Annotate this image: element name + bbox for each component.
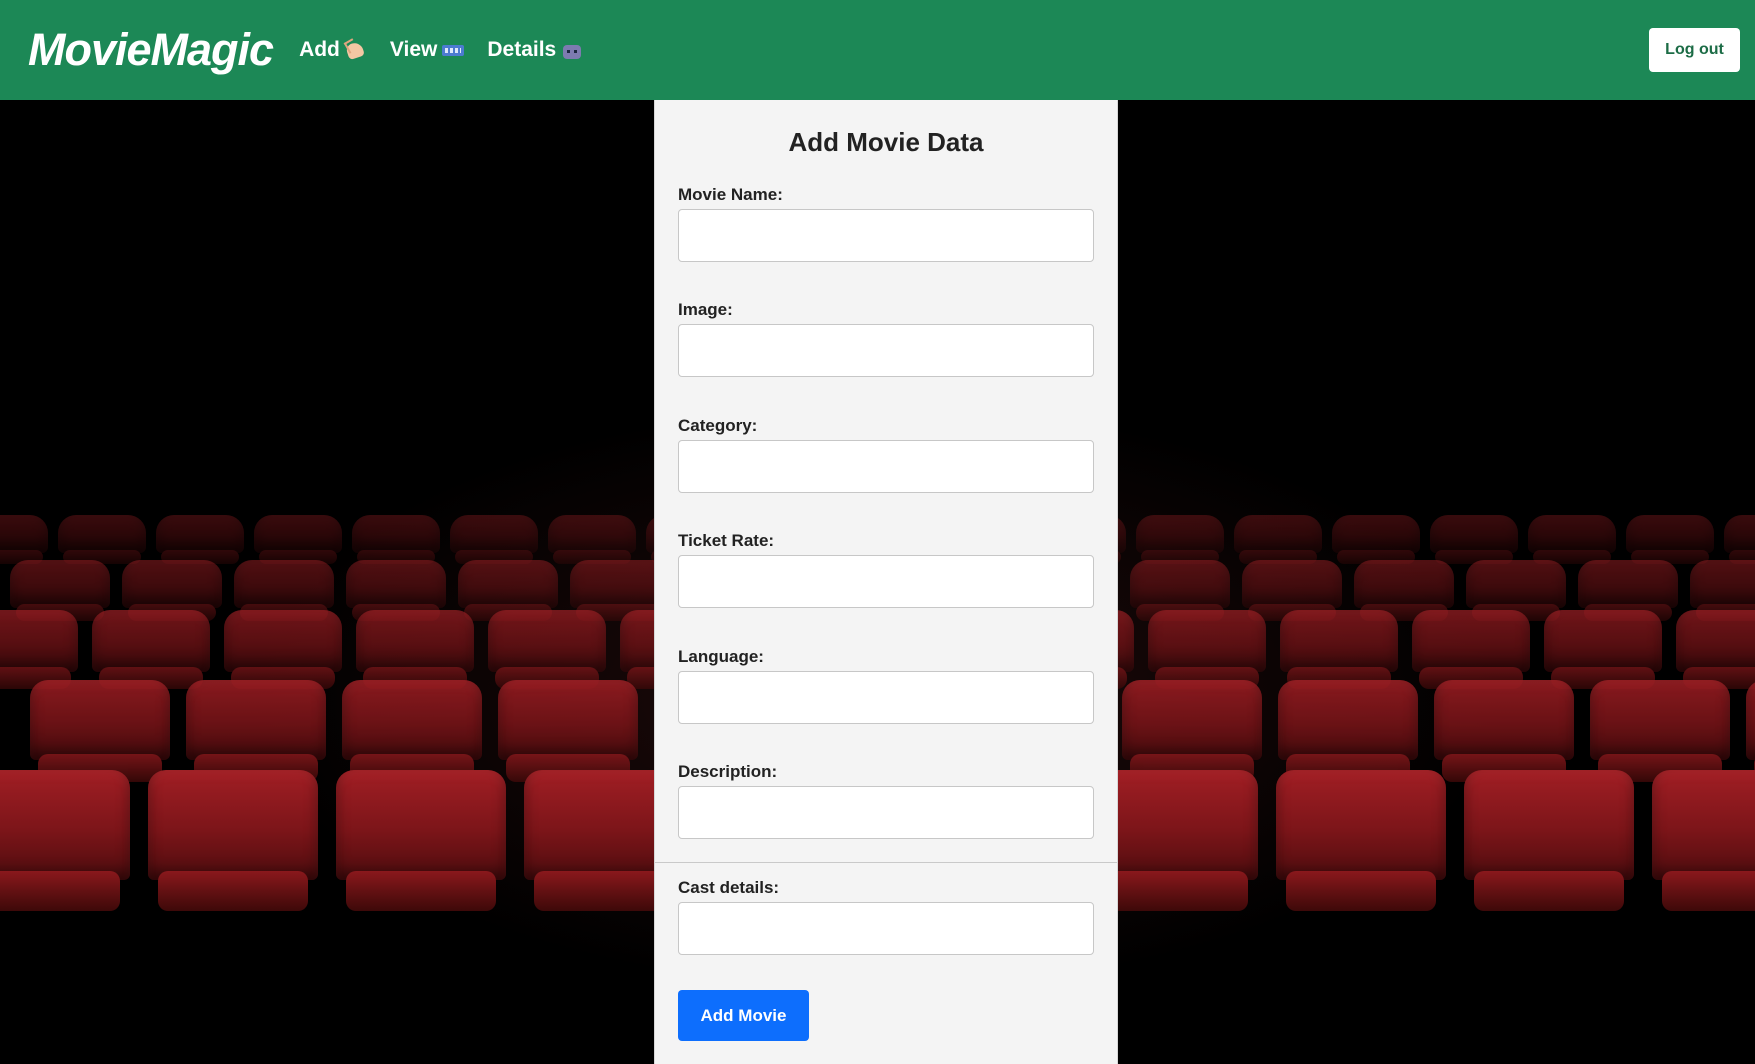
movie-name-label: Movie Name: [678, 185, 783, 204]
theater-seat [0, 770, 130, 911]
theater-seat [156, 515, 244, 564]
nav-view-label: View [389, 38, 438, 61]
nav-add-label: Add [299, 38, 340, 61]
theater-seat [1234, 515, 1322, 564]
description-input[interactable] [678, 786, 1094, 839]
add-movie-button[interactable]: Add Movie [678, 990, 809, 1041]
theater-seat [148, 770, 318, 911]
movie-name-input[interactable] [678, 209, 1094, 262]
theater-seat [1652, 770, 1755, 911]
theater-seat [1676, 610, 1755, 690]
theater-seat [342, 680, 482, 783]
theater-seat [30, 680, 170, 783]
theater-seat [346, 560, 446, 622]
category-label: Category: [678, 416, 758, 435]
nav-view[interactable]: View [390, 38, 465, 62]
theater-seat [1136, 515, 1224, 564]
form-divider [655, 862, 1117, 863]
theater-seat [254, 515, 342, 564]
robot-icon [560, 39, 584, 61]
ticket-rate-label: Ticket Rate: [678, 531, 775, 550]
image-label: Image: [678, 300, 733, 319]
theater-seat [1578, 560, 1678, 622]
language-label: Language: [678, 647, 764, 666]
theater-seat [122, 560, 222, 622]
theater-seat [1544, 610, 1662, 690]
image-input[interactable] [678, 324, 1094, 377]
theater-seat [0, 515, 48, 564]
theater-seat [1148, 610, 1266, 690]
theater-seat [356, 610, 474, 690]
add-movie-form: Add Movie Data Movie Name: Image: Catego… [654, 100, 1118, 1064]
theater-seat [1434, 680, 1574, 783]
movie-name-group: Movie Name: [678, 184, 1094, 262]
brand-logo[interactable]: MovieMagic [28, 24, 274, 76]
theater-seat [1466, 560, 1566, 622]
theater-seat [0, 610, 78, 690]
theater-seat [58, 515, 146, 564]
theater-seat [10, 560, 110, 622]
theater-seat [1130, 560, 1230, 622]
theater-seat [1278, 680, 1418, 783]
theater-seat [458, 560, 558, 622]
top-navbar: MovieMagic Add View Details Log out [0, 0, 1755, 100]
language-group: Language: [678, 646, 1094, 724]
theater-seat [488, 610, 606, 690]
theater-seat [1332, 515, 1420, 564]
theater-seat [1528, 515, 1616, 564]
theater-seat [1122, 680, 1262, 783]
theater-seat [336, 770, 506, 911]
nav-details-label: Details [487, 38, 557, 61]
theater-seat [92, 610, 210, 690]
theater-seat [1724, 515, 1755, 564]
cast-details-label: Cast details: [678, 878, 780, 897]
form-title: Add Movie Data [788, 127, 984, 157]
theater-seat [1464, 770, 1634, 911]
theater-seat [548, 515, 636, 564]
logout-button[interactable]: Log out [1649, 28, 1740, 72]
theater-seat [1430, 515, 1518, 564]
theater-seat [450, 515, 538, 564]
writing-hand-icon [344, 39, 368, 61]
theater-seat [234, 560, 334, 622]
nav-details[interactable]: Details [487, 38, 584, 62]
theater-seat [186, 680, 326, 783]
cast-details-input[interactable] [678, 902, 1094, 955]
description-label: Description: [678, 762, 778, 781]
language-input[interactable] [678, 671, 1094, 724]
theater-seat [352, 515, 440, 564]
theater-seat [224, 610, 342, 690]
theater-seat [1354, 560, 1454, 622]
category-input[interactable] [678, 440, 1094, 493]
film-frames-icon [441, 39, 465, 61]
theater-seat [1626, 515, 1714, 564]
theater-seat [1746, 680, 1755, 783]
ticket-rate-group: Ticket Rate: [678, 530, 1094, 608]
cast-details-group: Cast details: [678, 877, 1094, 955]
description-group: Description: [678, 761, 1094, 839]
nav-add[interactable]: Add [299, 38, 368, 62]
ticket-rate-input[interactable] [678, 555, 1094, 608]
theater-seat [498, 680, 638, 783]
main-nav: Add View Details [299, 38, 584, 62]
theater-seat [1276, 770, 1446, 911]
theater-seat [1242, 560, 1342, 622]
theater-seat [1590, 680, 1730, 783]
theater-seat [1280, 610, 1398, 690]
image-group: Image: [678, 299, 1094, 377]
theater-seat [1690, 560, 1755, 622]
category-group: Category: [678, 415, 1094, 493]
theater-seat [1412, 610, 1530, 690]
